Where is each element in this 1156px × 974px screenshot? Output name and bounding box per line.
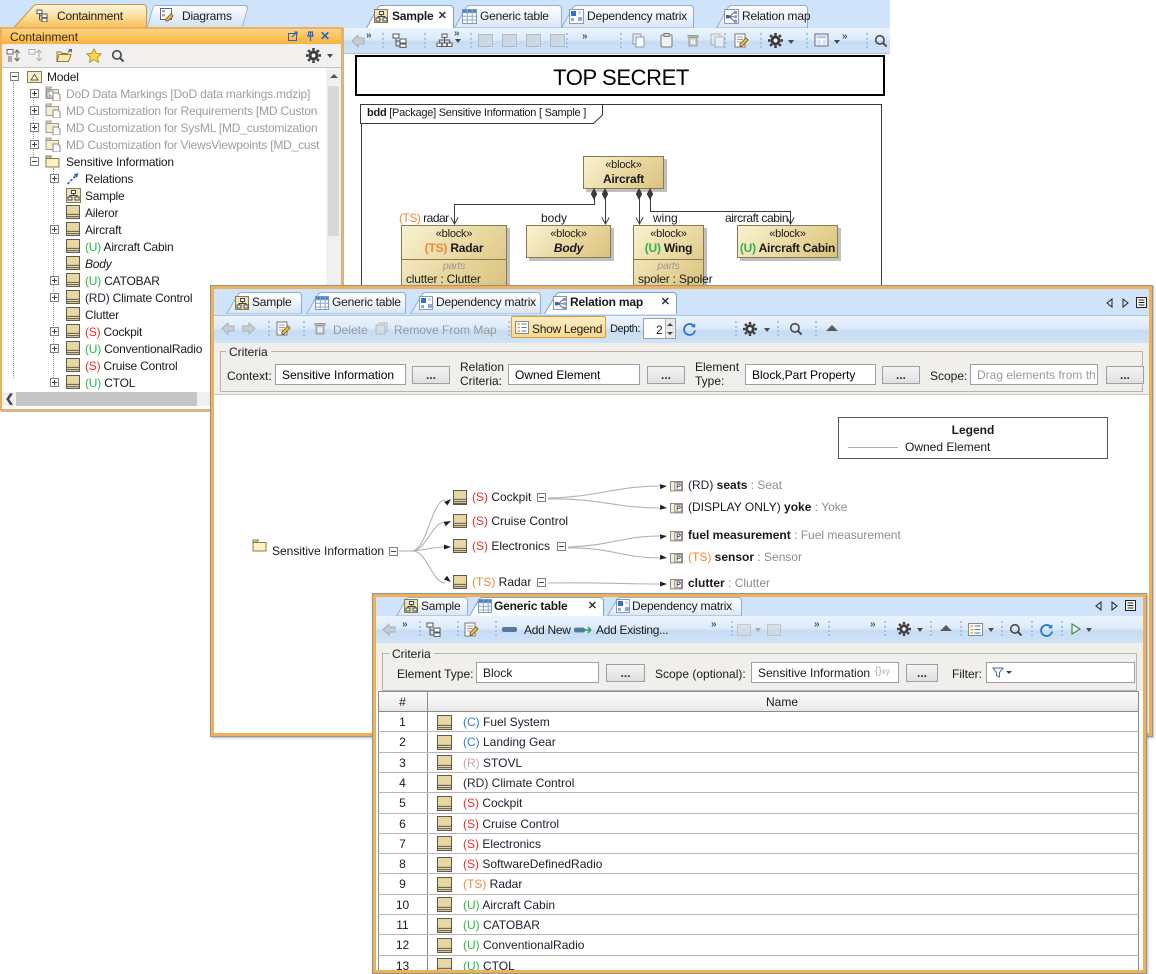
svg-text:P: P — [676, 556, 681, 563]
svg-text:P: P — [676, 534, 681, 541]
svg-text:P: P — [676, 582, 681, 589]
svg-text:P: P — [676, 506, 681, 513]
svg-text:P: P — [676, 484, 681, 491]
